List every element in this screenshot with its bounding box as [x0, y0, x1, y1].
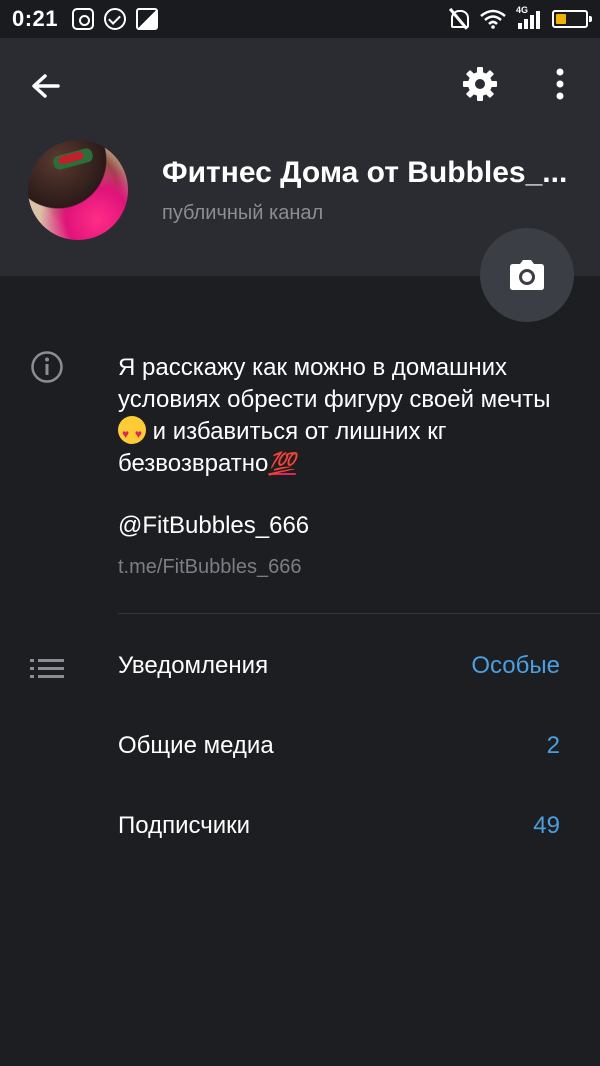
- row-label: Уведомления: [118, 652, 269, 679]
- row-value: 2: [546, 732, 560, 759]
- set-photo-button[interactable]: [480, 228, 574, 322]
- system-icons: 4G: [448, 5, 592, 30]
- channel-username[interactable]: @FitBubbles_666: [118, 512, 309, 540]
- status-bar: 0:21 4G: [0, 0, 600, 38]
- network-type: 4G: [516, 5, 529, 15]
- channel-subtitle: публичный канал: [162, 202, 324, 224]
- channel-description: Я расскажу как можно в домашних условиях…: [118, 352, 578, 480]
- notifications-row[interactable]: Уведомления Особые: [0, 628, 600, 708]
- wifi-icon: [480, 9, 506, 29]
- channel-avatar[interactable]: [28, 140, 128, 240]
- battery-level: [556, 14, 566, 24]
- info-icon: [30, 350, 64, 389]
- notification-icons: [72, 8, 159, 30]
- row-value: 49: [533, 812, 560, 839]
- mute-icon: [448, 8, 469, 30]
- image-icon: [136, 8, 159, 30]
- description-text-1: Я расскажу как можно в домашних условиях…: [118, 354, 551, 413]
- hundred-points-emoji-icon: 💯: [268, 451, 296, 476]
- row-label: Подписчики: [118, 812, 251, 839]
- shared-media-row[interactable]: Общие медиа 2: [0, 708, 600, 788]
- more-button[interactable]: [546, 64, 574, 104]
- battery-icon: [552, 10, 592, 28]
- camera-icon: [510, 260, 544, 290]
- check-circle-icon: [104, 8, 127, 30]
- settings-button[interactable]: [460, 64, 500, 104]
- signal-icon: 4G: [516, 5, 540, 29]
- instagram-icon: [72, 8, 95, 30]
- divider: [118, 613, 600, 614]
- channel-link[interactable]: t.me/FitBubbles_666: [118, 556, 301, 579]
- more-vertical-icon: [556, 68, 564, 100]
- row-label: Общие медиа: [118, 732, 274, 759]
- status-time: 0:21: [12, 6, 59, 31]
- gear-icon: [463, 67, 497, 101]
- arrow-left-icon: [32, 74, 60, 98]
- heart-eyes-emoji-icon: [118, 416, 146, 450]
- back-button[interactable]: [26, 66, 66, 106]
- subscribers-row[interactable]: Подписчики 49: [0, 788, 600, 868]
- channel-title: Фитнес Дома от Bubbles_...: [162, 156, 568, 189]
- row-value: Особые: [471, 652, 560, 679]
